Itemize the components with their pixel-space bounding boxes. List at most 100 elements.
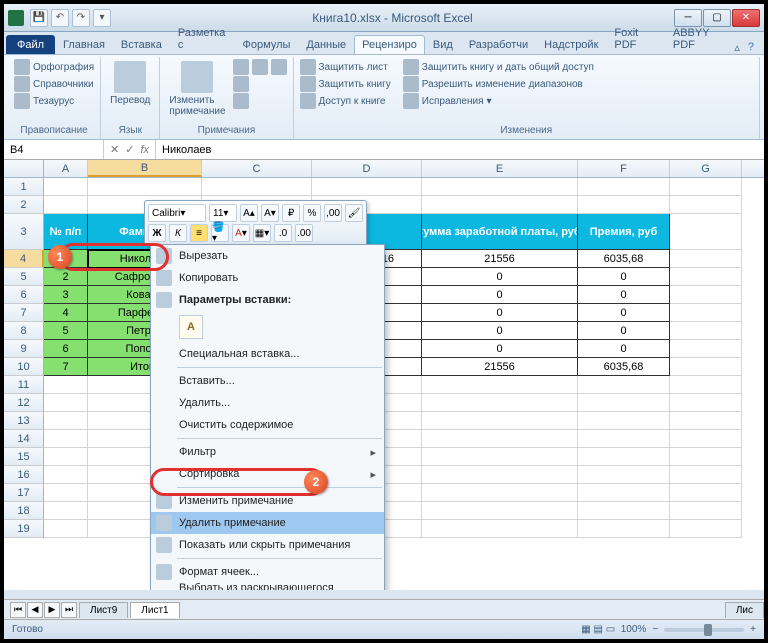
row-18[interactable]: 18 <box>4 502 44 520</box>
cm-sort[interactable]: Сортировка▸ <box>151 463 384 485</box>
cell[interactable]: Премия, руб <box>578 214 670 250</box>
protect-book-button[interactable]: Защитить книгу <box>300 76 391 92</box>
cell[interactable]: № п/п <box>44 214 88 250</box>
font-color-icon[interactable]: A▾ <box>232 224 250 242</box>
cell[interactable]: 7 <box>44 358 88 376</box>
cell[interactable] <box>422 376 578 394</box>
cancel-formula-icon[interactable]: ✕ <box>110 143 119 156</box>
decrease-decimal-icon[interactable]: .0 <box>274 224 292 242</box>
protect-share-button[interactable]: Защитить книгу и дать общий доступ <box>403 59 594 75</box>
cell[interactable] <box>578 412 670 430</box>
select-all-corner[interactable] <box>4 160 44 178</box>
align-center-icon[interactable]: ≡ <box>190 224 208 242</box>
row-8[interactable]: 8 <box>4 322 44 340</box>
row-16[interactable]: 16 <box>4 466 44 484</box>
cell[interactable] <box>422 520 578 538</box>
zoom-in-button[interactable]: + <box>750 624 756 635</box>
cell[interactable] <box>422 448 578 466</box>
row-15[interactable]: 15 <box>4 448 44 466</box>
cell[interactable] <box>422 484 578 502</box>
cell[interactable] <box>670 322 742 340</box>
cell[interactable] <box>422 412 578 430</box>
cell[interactable] <box>88 178 202 196</box>
cell[interactable] <box>670 268 742 286</box>
cell[interactable] <box>44 178 88 196</box>
grow-font-icon[interactable]: A▴ <box>240 204 258 222</box>
italic-icon[interactable]: К <box>169 224 187 242</box>
cell[interactable]: 6035,68 <box>578 250 670 268</box>
cell[interactable] <box>670 412 742 430</box>
row-6[interactable]: 6 <box>4 286 44 304</box>
cm-show-hide-comment[interactable]: Показать или скрыть примечания <box>151 534 384 556</box>
row-10[interactable]: 10 <box>4 358 44 376</box>
col-g[interactable]: G <box>670 160 742 177</box>
cell[interactable] <box>578 376 670 394</box>
translate-button[interactable]: Перевод <box>107 59 153 125</box>
redo-button[interactable]: ↷ <box>72 9 90 27</box>
cell[interactable]: 21556 <box>422 250 578 268</box>
cell[interactable] <box>578 520 670 538</box>
row-11[interactable]: 11 <box>4 376 44 394</box>
cell[interactable] <box>578 394 670 412</box>
cm-cut[interactable]: Вырезать <box>151 245 384 267</box>
ribbon-minimize-icon[interactable]: ▵ <box>734 41 740 54</box>
view-layout-icon[interactable]: ▤ <box>593 624 602 635</box>
protect-sheet-button[interactable]: Защитить лист <box>300 59 391 75</box>
cell[interactable] <box>422 466 578 484</box>
cell[interactable] <box>44 502 88 520</box>
cell[interactable] <box>578 502 670 520</box>
view-pagebreak-icon[interactable]: ▭ <box>606 624 615 635</box>
row-17[interactable]: 17 <box>4 484 44 502</box>
cell[interactable] <box>670 178 742 196</box>
cell[interactable]: 21556 <box>422 358 578 376</box>
cell[interactable]: 4 <box>44 304 88 322</box>
tab-foxit[interactable]: Foxit PDF <box>606 23 664 54</box>
cell[interactable] <box>670 304 742 322</box>
first-sheet-button[interactable]: ⏮ <box>10 602 26 618</box>
tab-home[interactable]: Главная <box>55 35 113 54</box>
row-14[interactable]: 14 <box>4 430 44 448</box>
tab-formulas[interactable]: Формулы <box>235 35 299 54</box>
cell[interactable] <box>578 484 670 502</box>
font-size[interactable]: 11 ▾ <box>209 204 237 222</box>
next-comment-icon[interactable] <box>271 59 287 75</box>
cell[interactable] <box>422 394 578 412</box>
col-b[interactable]: B <box>88 160 202 177</box>
cell[interactable] <box>670 466 742 484</box>
cell[interactable] <box>422 196 578 214</box>
cell[interactable]: 5 <box>44 322 88 340</box>
edit-comment-button[interactable]: Изменить примечание <box>166 59 228 125</box>
accept-formula-icon[interactable]: ✓ <box>125 143 134 156</box>
cell[interactable]: 0 <box>578 304 670 322</box>
col-d[interactable]: D <box>312 160 422 177</box>
share-book-button[interactable]: Доступ к книге <box>300 93 391 109</box>
cell[interactable]: 2 <box>44 268 88 286</box>
delete-comment-icon[interactable] <box>233 59 249 75</box>
tab-file[interactable]: Файл <box>6 35 55 54</box>
cell[interactable] <box>670 358 742 376</box>
prev-comment-icon[interactable] <box>252 59 268 75</box>
cell[interactable]: 0 <box>422 286 578 304</box>
zoom-slider[interactable] <box>664 628 744 632</box>
cell[interactable] <box>578 178 670 196</box>
paste-option-values[interactable]: A <box>179 315 203 339</box>
cell[interactable] <box>44 412 88 430</box>
tab-view[interactable]: Вид <box>425 35 461 54</box>
cell[interactable]: 0 <box>422 304 578 322</box>
spelling-button[interactable]: Орфография <box>14 59 94 75</box>
cell[interactable] <box>670 430 742 448</box>
cell[interactable] <box>578 196 670 214</box>
cell[interactable] <box>578 430 670 448</box>
formula-input[interactable]: Николаев <box>156 140 764 159</box>
cell[interactable] <box>578 466 670 484</box>
cell[interactable] <box>44 376 88 394</box>
cm-paste-special[interactable]: Специальная вставка... <box>151 343 384 365</box>
show-all-comments-icon[interactable] <box>233 93 249 109</box>
cell[interactable] <box>44 196 88 214</box>
col-c[interactable]: C <box>202 160 312 177</box>
row-12[interactable]: 12 <box>4 394 44 412</box>
borders-icon[interactable]: ▦▾ <box>253 224 271 242</box>
tab-data[interactable]: Данные <box>298 35 354 54</box>
row-9[interactable]: 9 <box>4 340 44 358</box>
tab-abbyy[interactable]: ABBYY PDF <box>665 23 734 54</box>
